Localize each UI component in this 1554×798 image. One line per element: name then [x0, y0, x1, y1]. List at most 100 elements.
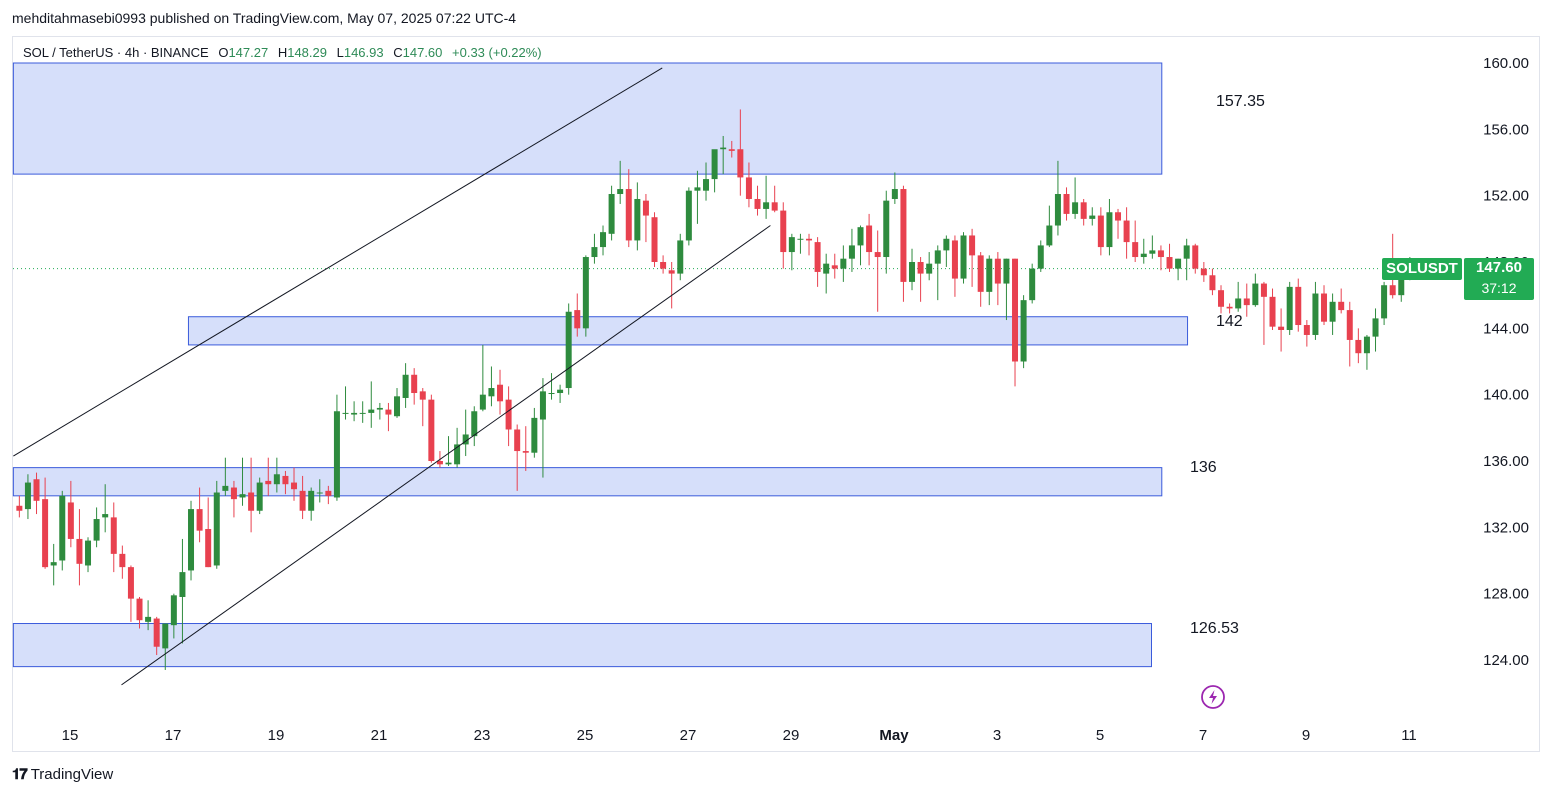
tradingview-logo[interactable]: 𝟏𝟕 TradingView	[12, 766, 113, 783]
candle-body	[1329, 301, 1336, 322]
symbol-label[interactable]: SOL / TetherUS · 4h · BINANCE	[23, 45, 209, 60]
zone-label-136: 136	[1190, 459, 1217, 476]
candle-body	[660, 262, 667, 269]
candle-body	[883, 200, 890, 258]
candle-body	[634, 198, 641, 241]
candle-body	[273, 474, 280, 485]
candle-body	[1140, 253, 1147, 258]
x-tick-label: 23	[474, 727, 491, 744]
candle-body	[548, 393, 555, 395]
zone-label-142: 142	[1216, 313, 1243, 330]
candle-body	[102, 514, 109, 518]
candle-body	[291, 482, 298, 490]
candle-body	[1372, 318, 1379, 337]
candle-body	[900, 189, 907, 282]
candle-body	[926, 263, 933, 274]
x-tick-label: 9	[1302, 727, 1310, 744]
candle-body	[1338, 301, 1345, 311]
candle-body	[488, 388, 495, 397]
candle-body	[1260, 283, 1267, 297]
candle-body	[780, 210, 787, 253]
candle-body	[763, 202, 770, 209]
x-tick-label: 19	[268, 727, 285, 744]
candle-body	[668, 270, 675, 274]
zone-rect-2	[12, 467, 1163, 497]
lightning-icon[interactable]	[1200, 684, 1226, 710]
candle-body	[1106, 212, 1113, 248]
y-tick-label: 160.00	[1483, 55, 1529, 72]
candle-body	[110, 517, 117, 554]
candle-body	[651, 217, 658, 262]
candle-body	[119, 553, 126, 568]
candle-body	[127, 567, 134, 599]
x-tick-label: 5	[1096, 727, 1104, 744]
high-value: 148.29	[287, 45, 327, 60]
candle-body	[574, 310, 581, 329]
candle-body	[1389, 285, 1396, 296]
candle-body	[1381, 285, 1388, 319]
x-tick-label: 29	[783, 727, 800, 744]
candle-body	[93, 519, 100, 541]
candle-body	[24, 482, 31, 510]
candle-body	[497, 384, 504, 402]
candle-body	[1089, 215, 1096, 219]
change-value: +0.33 (+0.22%)	[452, 45, 542, 60]
candle-body	[943, 238, 950, 251]
candle-body	[411, 374, 418, 394]
candle-body	[745, 177, 752, 199]
candle-body	[205, 528, 212, 568]
candle-body	[1123, 220, 1130, 243]
candle-body	[42, 499, 49, 568]
candle-body	[170, 595, 177, 626]
candle-body	[33, 479, 40, 501]
candle-body	[308, 490, 315, 511]
ohlc-legend: SOL / TetherUS · 4h · BINANCE O147.27 H1…	[23, 45, 542, 60]
candle-body	[788, 237, 795, 253]
candle-body	[179, 572, 186, 597]
candle-body	[1003, 258, 1010, 284]
candle-body	[385, 409, 392, 415]
y-tick-label: 140.00	[1483, 387, 1529, 404]
candle-body	[909, 262, 916, 282]
candle-body	[557, 389, 564, 394]
candle-body	[806, 238, 813, 241]
candlestick-chart[interactable]: 160.00156.00152.00148.00144.00140.00136.…	[0, 0, 1554, 798]
candle-body	[342, 412, 349, 414]
candle-body	[428, 399, 435, 461]
candle-body	[50, 562, 57, 566]
candle-body	[917, 262, 924, 274]
candle-body	[1012, 258, 1019, 362]
candle-body	[1157, 250, 1164, 258]
zone-label-126: 126.53	[1190, 620, 1239, 637]
candle-body	[368, 409, 375, 413]
x-tick-label: 7	[1199, 727, 1207, 744]
y-tick-label: 136.00	[1483, 453, 1529, 470]
candle-body	[1192, 245, 1199, 269]
y-tick-label: 152.00	[1483, 188, 1529, 205]
candle-body	[316, 492, 323, 494]
candle-body	[591, 247, 598, 258]
candle-body	[1072, 202, 1079, 214]
candle-body	[823, 263, 830, 274]
candle-body	[188, 509, 195, 571]
candle-body	[600, 232, 607, 248]
tradingview-mark-icon: 𝟏𝟕	[12, 766, 28, 783]
candle-body	[1063, 194, 1070, 214]
candle-body	[359, 412, 366, 414]
candle-body	[608, 194, 615, 234]
candle-body	[325, 490, 332, 496]
candle-body	[479, 394, 486, 410]
candle-body	[1278, 326, 1285, 330]
candle-body	[376, 407, 383, 410]
candle-body	[694, 187, 701, 191]
candle-body	[76, 538, 83, 564]
last-price-tag: 147.60 37:12	[1464, 258, 1534, 300]
candle-body	[394, 396, 401, 417]
candle-body	[265, 480, 272, 485]
candle-body	[840, 258, 847, 269]
candle-body	[754, 198, 761, 209]
candle-body	[248, 492, 255, 511]
y-tick-label: 132.00	[1483, 519, 1529, 536]
candle-body	[617, 189, 624, 195]
candle-body	[1226, 306, 1233, 309]
